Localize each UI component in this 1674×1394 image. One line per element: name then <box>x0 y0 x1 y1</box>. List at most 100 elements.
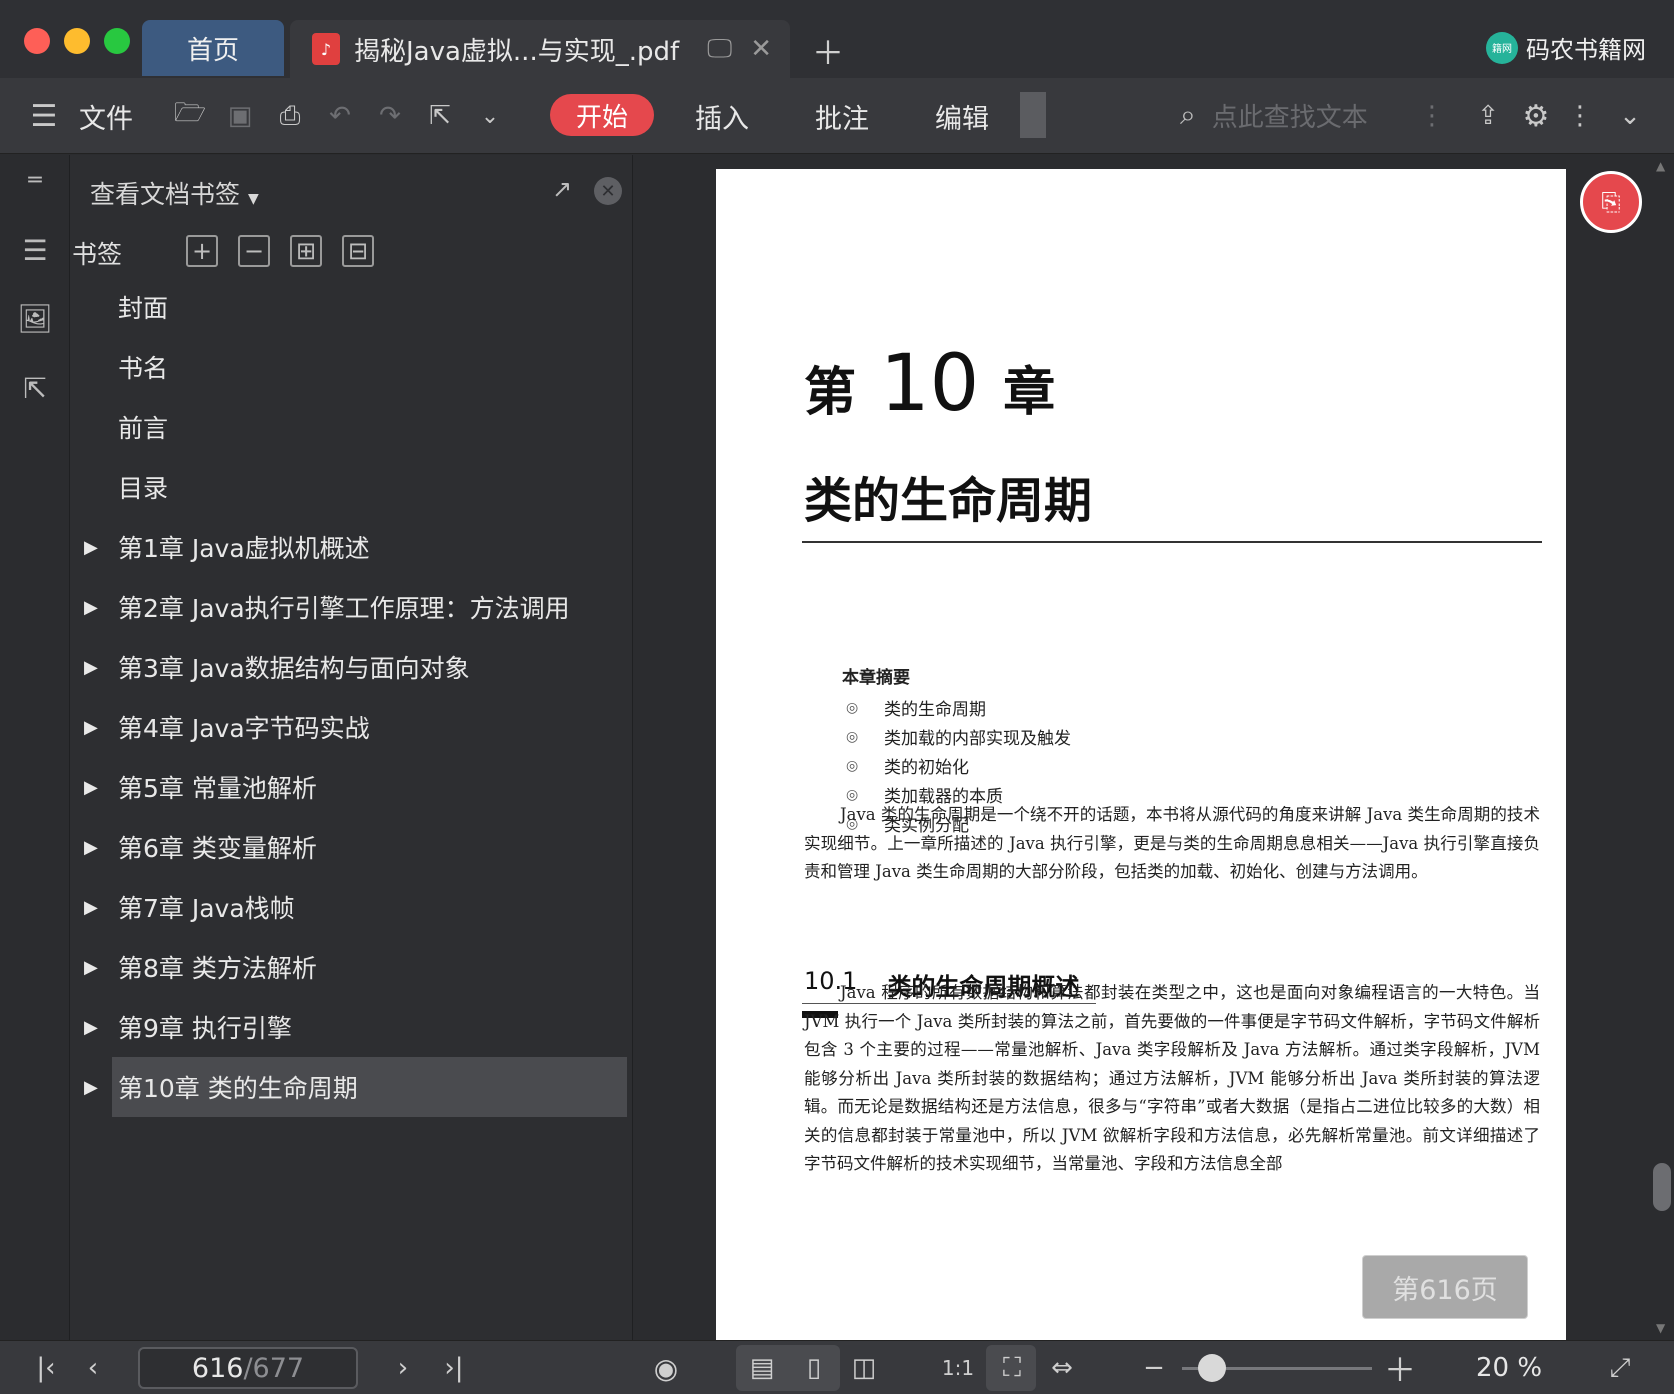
bookmark-item-active[interactable]: ▶ 第10章 类的生命周期 <box>84 1057 627 1117</box>
bookmark-item[interactable]: ▶ 第3章 Java数据结构与面向对象 <box>70 637 633 697</box>
tab-edit[interactable]: 编辑 <box>932 96 992 136</box>
expand-arrow-icon[interactable]: ▶ <box>84 537 98 558</box>
search-input[interactable]: 点此查找文本 <box>1212 97 1368 134</box>
menu-icon[interactable]: ☰ <box>24 96 64 136</box>
tab-home-label: 首页 <box>186 35 239 66</box>
fit-width-icon[interactable]: ⇔ <box>1040 1349 1084 1387</box>
export-icon[interactable]: ⇱ <box>420 96 460 136</box>
thumbnail-image-icon[interactable]: 🖼 <box>16 299 54 337</box>
print-icon[interactable]: ⎙ <box>270 96 310 136</box>
tab-annotate[interactable]: 批注 <box>812 96 872 136</box>
redo-icon[interactable]: ↷ <box>370 96 410 136</box>
new-tab-button[interactable]: ＋ <box>812 28 844 74</box>
bookmark-item[interactable]: 书名 <box>70 337 633 397</box>
expand-arrow-icon[interactable]: ▶ <box>84 957 98 978</box>
expand-arrow-icon[interactable]: ▶ <box>84 897 98 918</box>
bookmark-item[interactable]: ▶ 第5章 常量池解析 <box>70 757 633 817</box>
expand-arrow-icon[interactable]: ▶ <box>84 1017 98 1038</box>
bookmark-panel: 查看文档书签 ▼ ↗ ✕ 书签 + − ⊞ ⊟ 封面 书名 前言 目录 ▶ 第1章… <box>70 155 633 1340</box>
tab-document-label: 揭秘Java虚拟...与实现_.pdf <box>354 36 680 67</box>
remove-bookmark-icon[interactable]: − <box>238 235 270 267</box>
close-panel-icon[interactable]: ✕ <box>594 177 622 205</box>
bookmark-item[interactable]: ▶ 第9章 执行引擎 <box>70 997 633 1057</box>
save-icon[interactable]: ▣ <box>220 96 260 136</box>
zoom-level: 20 % <box>1476 1353 1543 1383</box>
bookmark-properties-icon[interactable]: ⊟ <box>342 235 374 267</box>
last-page-icon[interactable]: ›| <box>436 1349 472 1387</box>
settings-gear-icon[interactable]: ⚙ <box>1516 96 1556 136</box>
bookmark-label: 第5章 常量池解析 <box>118 774 317 803</box>
tab-start[interactable]: 开始 <box>550 94 654 136</box>
next-page-icon[interactable]: › <box>388 1349 418 1387</box>
minimize-window-button[interactable] <box>64 28 90 54</box>
more-dropdown-icon[interactable]: ⌄ <box>472 96 508 136</box>
search-box[interactable]: ⌕ 点此查找文本 <box>1180 92 1368 138</box>
tab-document[interactable]: ♪ 揭秘Java虚拟...与实现_.pdf 🖵 ✕ <box>290 20 790 78</box>
screen-icon[interactable]: 🖵 <box>707 34 732 65</box>
bookmark-list-icon[interactable]: ☰ <box>16 231 54 269</box>
export-document-icon[interactable]: ⇱ <box>16 369 54 407</box>
bookmark-item[interactable]: 前言 <box>70 397 633 457</box>
bookmark-label: 封面 <box>118 294 169 323</box>
continuous-scroll-icon[interactable]: ▤ <box>740 1349 784 1387</box>
bookmark-item[interactable]: ▶ 第2章 Java执行引擎工作原理：方法调用 <box>70 577 633 637</box>
bookmark-item[interactable]: ▶ 第6章 类变量解析 <box>70 817 633 877</box>
expand-arrow-icon[interactable]: ▶ <box>84 657 98 678</box>
eye-protection-icon[interactable]: ◉ <box>646 1349 686 1387</box>
convert-image-icon[interactable]: ⎘ <box>1580 171 1642 233</box>
bookmark-item[interactable]: 目录 <box>70 457 633 517</box>
chapter-number: 10 <box>880 339 980 429</box>
actual-size-icon[interactable]: 1:1 <box>936 1349 980 1387</box>
file-menu-button[interactable]: 文件 <box>76 96 136 136</box>
zoom-slider-handle[interactable] <box>1198 1354 1226 1382</box>
expand-arrow-icon[interactable]: ▶ <box>84 777 98 798</box>
close-window-button[interactable] <box>24 28 50 54</box>
tab-insert[interactable]: 插入 <box>692 96 752 136</box>
undo-icon[interactable]: ↶ <box>320 96 360 136</box>
bookmark-panel-dropdown[interactable]: 查看文档书签 ▼ <box>90 175 259 211</box>
single-page-icon[interactable]: ▯ <box>792 1349 836 1387</box>
tab-home[interactable]: 首页 <box>142 20 284 76</box>
popout-icon[interactable]: ↗ <box>552 175 572 203</box>
add-bookmark-icon[interactable]: + <box>186 235 218 267</box>
close-tab-icon[interactable]: ✕ <box>750 34 772 64</box>
bookmark-item[interactable]: ▶ 第1章 Java虚拟机概述 <box>70 517 633 577</box>
bookmark-item[interactable]: 封面 <box>70 277 633 337</box>
bullet-icon: ◎ <box>846 757 859 774</box>
zoom-window-button[interactable] <box>104 28 130 54</box>
open-folder-icon[interactable]: 🗁 <box>170 96 210 136</box>
two-page-icon[interactable]: ◫ <box>842 1349 886 1387</box>
toolbar-overflow-handle[interactable] <box>1020 92 1046 138</box>
scroll-down-icon[interactable]: ▼ <box>1656 1321 1665 1335</box>
more-options-icon[interactable]: ⋮ <box>1418 96 1446 136</box>
previous-page-icon[interactable]: ‹ <box>78 1349 108 1387</box>
zoom-out-icon[interactable]: − <box>1136 1349 1172 1387</box>
fullscreen-icon[interactable]: ⤢ <box>1600 1349 1640 1387</box>
page-number-input[interactable]: 616 / 677 <box>138 1347 358 1389</box>
more-vertical-icon[interactable]: ⋮ <box>1566 96 1594 136</box>
chapter-divider <box>802 541 1542 543</box>
scroll-up-icon[interactable]: ▲ <box>1656 159 1665 173</box>
bookmark-label: 第6章 类变量解析 <box>118 834 317 863</box>
scrollbar-thumb[interactable] <box>1653 1163 1671 1211</box>
fit-page-icon[interactable]: ⛶ <box>990 1349 1034 1387</box>
expand-arrow-icon[interactable]: ▶ <box>84 717 98 738</box>
first-page-icon[interactable]: |‹ <box>28 1349 64 1387</box>
intro-paragraph: Java 类的生命周期是一个绕不开的话题，本书将从源代码的角度来讲解 Java … <box>804 805 1540 881</box>
bookmark-item[interactable]: ▶ 第7章 Java栈帧 <box>70 877 633 937</box>
document-viewport[interactable]: 第 10 章 类的生命周期 本章摘要 ◎ 类的生命周期 ◎ 类加载的内部实现及触发 … <box>634 155 1674 1343</box>
expand-arrow-icon[interactable]: ▶ <box>84 597 98 618</box>
bookmark-item[interactable]: ▶ 第4章 Java字节码实战 <box>70 697 633 757</box>
expand-arrow-icon[interactable]: ▶ <box>84 837 98 858</box>
summary-item: ◎ 类加载的内部实现及触发 <box>846 722 1071 751</box>
expand-arrow-icon[interactable]: ▶ <box>84 1077 98 1098</box>
summary-item: ◎ 类的生命周期 <box>846 693 1071 722</box>
add-child-bookmark-icon[interactable]: ⊞ <box>290 235 322 267</box>
summary-item-text: 类的初始化 <box>884 758 969 778</box>
share-icon[interactable]: ⇪ <box>1468 96 1508 136</box>
bullet-icon: ◎ <box>846 728 859 745</box>
chevron-down-icon[interactable]: ⌄ <box>1610 96 1650 136</box>
zoom-in-icon[interactable]: ＋ <box>1382 1349 1418 1389</box>
collapse-handle-icon[interactable]: ═ <box>16 161 54 199</box>
bookmark-item[interactable]: ▶ 第8章 类方法解析 <box>70 937 633 997</box>
